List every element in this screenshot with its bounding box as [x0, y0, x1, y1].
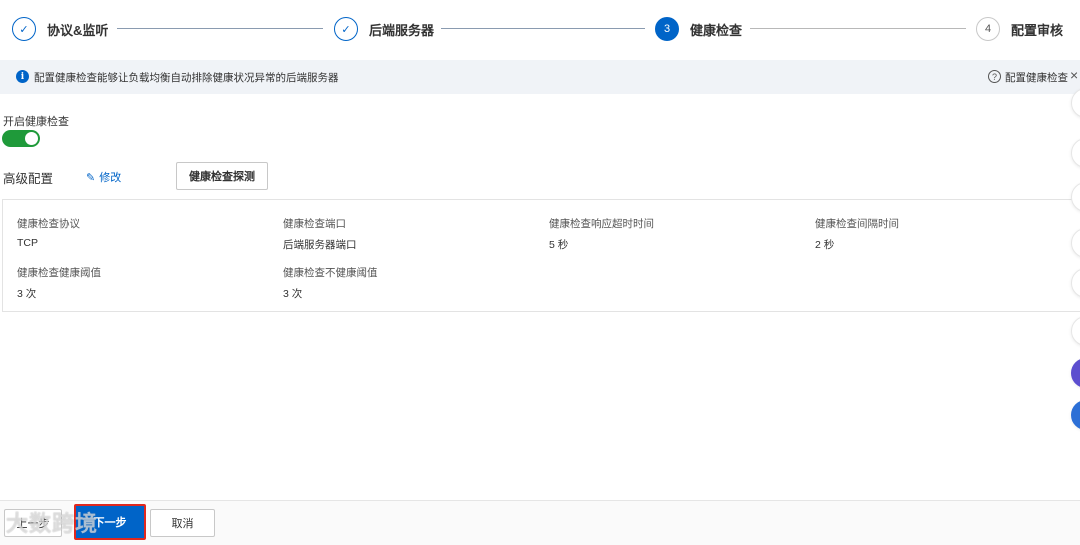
check-icon: ✓ [334, 17, 358, 41]
step-connector [441, 28, 645, 29]
config-item-healthy-threshold: 健康检查健康阈值 3 次 [17, 265, 101, 301]
step-label: 协议&监听 [47, 22, 109, 38]
assistant-button[interactable] [1071, 358, 1080, 388]
config-label: 健康检查健康阈值 [17, 267, 101, 279]
config-item-timeout: 健康检查响应超时时间 5 秒 [549, 216, 654, 252]
previous-step-button[interactable]: 上一步 [4, 509, 62, 537]
step-label: 后端服务器 [369, 22, 435, 38]
close-icon[interactable]: × [1070, 67, 1078, 83]
config-item-unhealthy-threshold: 健康检查不健康阈值 3 次 [283, 265, 378, 301]
config-panel: 健康检查协议 TCP 健康检查端口 后端服务器端口 健康检查响应超时时间 5 秒… [2, 199, 1080, 312]
config-item-port: 健康检查端口 后端服务器端口 [283, 216, 357, 252]
edit-link[interactable]: ✎ 修改 [86, 169, 121, 185]
step-connector [117, 28, 323, 29]
step-backend-servers[interactable]: ✓ 后端服务器 [334, 15, 434, 43]
advanced-config-label: 高级配置 [3, 172, 54, 186]
banner-text: 配置健康检查能够让负载均衡自动排除健康状况异常的后端服务器 [34, 72, 339, 84]
config-label: 健康检查端口 [283, 218, 346, 230]
cancel-button[interactable]: 取消 [150, 509, 215, 537]
info-banner: i 配置健康检查能够让负载均衡自动排除健康状况异常的后端服务器 ? 配置健康检查… [0, 60, 1080, 94]
config-value: 3 次 [17, 288, 37, 300]
step-connector [750, 28, 966, 29]
health-check-toggle[interactable] [2, 130, 40, 147]
config-label: 健康检查协议 [17, 218, 80, 230]
edit-icon: ✎ [86, 171, 96, 184]
health-check-toggle-label: 开启健康检查 [3, 116, 69, 128]
step-label: 健康检查 [690, 22, 743, 38]
config-item-interval: 健康检查间隔时间 2 秒 [815, 216, 899, 252]
floating-button[interactable] [1071, 316, 1080, 346]
floating-button[interactable] [1071, 138, 1080, 168]
step-config-review[interactable]: 4 配置审核 [976, 15, 1063, 43]
step-protocol-listener[interactable]: ✓ 协议&监听 [12, 15, 108, 43]
step-health-check[interactable]: 3 健康检查 [655, 15, 742, 43]
step-number-icon: 4 [976, 17, 1000, 41]
config-value: TCP [17, 237, 38, 249]
help-link[interactable]: 配置健康检查 [1005, 70, 1068, 85]
config-value: 3 次 [283, 288, 303, 300]
info-icon: i [16, 70, 29, 83]
check-icon: ✓ [12, 17, 36, 41]
config-value: 2 秒 [815, 239, 835, 251]
floating-button[interactable] [1071, 400, 1080, 430]
config-label: 健康检查响应超时时间 [549, 218, 654, 230]
step-label: 配置审核 [1011, 22, 1064, 38]
config-label: 健康检查不健康阈值 [283, 267, 378, 279]
config-item-protocol: 健康检查协议 TCP [17, 216, 80, 249]
step-number-icon: 3 [655, 17, 679, 41]
health-check-probe-button[interactable]: 健康检查探测 [176, 162, 268, 190]
config-value: 5 秒 [549, 239, 569, 251]
config-label: 健康检查间隔时间 [815, 218, 899, 230]
next-step-button[interactable]: 下一步 [74, 504, 146, 540]
config-value: 后端服务器端口 [283, 239, 357, 251]
stepper: ✓ 协议&监听 ✓ 后端服务器 3 健康检查 4 配置审核 [0, 0, 1080, 58]
toggle-knob [25, 132, 38, 145]
edit-link-label: 修改 [99, 172, 122, 184]
help-icon[interactable]: ? [988, 70, 1001, 83]
